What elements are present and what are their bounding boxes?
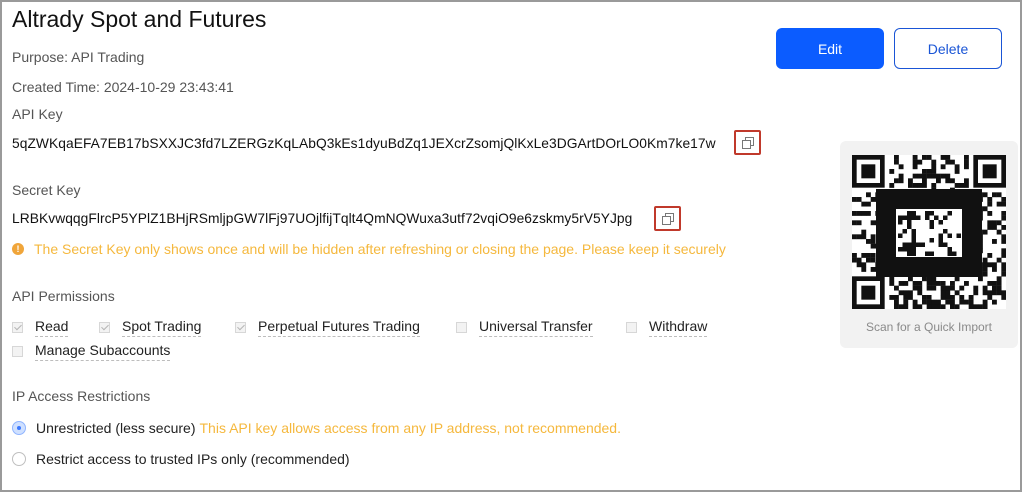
secret-key-warning-text: The Secret Key only shows once and will … (34, 241, 726, 257)
checkbox-icon[interactable] (626, 322, 637, 333)
secret-key-warning: ! The Secret Key only shows once and wil… (12, 241, 726, 257)
ip-access-label: IP Access Restrictions (12, 388, 151, 404)
permission-universal-transfer[interactable]: Universal Transfer (456, 318, 593, 337)
secret-key-label: Secret Key (12, 182, 81, 198)
checkbox-icon[interactable] (99, 322, 110, 333)
created-time-text: Created Time: 2024-10-29 23:43:41 (12, 79, 234, 95)
checkbox-icon[interactable] (12, 322, 23, 333)
ip-option-restricted[interactable]: Restrict access to trusted IPs only (rec… (12, 451, 350, 467)
permission-label: Manage Subaccounts (35, 342, 171, 361)
checkbox-icon[interactable] (235, 322, 246, 333)
permission-read[interactable]: Read (12, 318, 69, 337)
permission-spot-trading[interactable]: Spot Trading (99, 318, 202, 337)
permission-label: Perpetual Futures Trading (258, 318, 420, 337)
copy-secret-key-button[interactable] (654, 206, 681, 231)
qr-import-card (840, 141, 1018, 348)
permission-label: Withdraw (649, 318, 708, 337)
qr-caption: Scan for a Quick Import (865, 320, 993, 334)
permission-withdraw[interactable]: Withdraw (626, 318, 708, 337)
delete-button[interactable]: Delete (894, 28, 1002, 69)
edit-button[interactable]: Edit (776, 28, 884, 69)
api-permissions-label: API Permissions (12, 288, 115, 304)
permission-perpetual-futures[interactable]: Perpetual Futures Trading (235, 318, 420, 337)
secret-key-value: LRBKvwqqgFlrcP5YPlZ1BHjRSmljpGW7lFj97UOj… (12, 211, 633, 226)
checkbox-icon[interactable] (12, 346, 23, 357)
api-key-label: API Key (12, 106, 63, 122)
copy-icon (741, 136, 754, 149)
permission-label: Spot Trading (122, 318, 202, 337)
purpose-text: Purpose: API Trading (12, 49, 145, 65)
copy-icon (661, 212, 674, 225)
api-key-detail-panel: Altrady Spot and Futures Purpose: API Tr… (0, 0, 1022, 492)
api-key-value: 5qZWKqaEFA7EB17bSXXJC3fd7LZERGzKqLAbQ3kE… (12, 136, 716, 151)
ip-option-unrestricted-warning: This API key allows access from any IP a… (199, 420, 621, 436)
checkbox-icon[interactable] (456, 322, 467, 333)
page-title: Altrady Spot and Futures (12, 6, 267, 32)
qr-code (852, 155, 1006, 309)
ip-option-unrestricted-label: Unrestricted (less secure) (36, 420, 196, 436)
ip-option-unrestricted[interactable]: Unrestricted (less secure) This API key … (12, 420, 621, 436)
permission-label: Read (35, 318, 69, 337)
ip-option-restricted-label: Restrict access to trusted IPs only (rec… (36, 451, 350, 467)
radio-icon[interactable] (12, 452, 26, 466)
radio-selected-icon[interactable] (12, 421, 26, 435)
permission-label: Universal Transfer (479, 318, 593, 337)
warning-icon: ! (12, 243, 24, 255)
copy-api-key-button[interactable] (734, 130, 761, 155)
permission-manage-subaccounts[interactable]: Manage Subaccounts (12, 342, 171, 361)
